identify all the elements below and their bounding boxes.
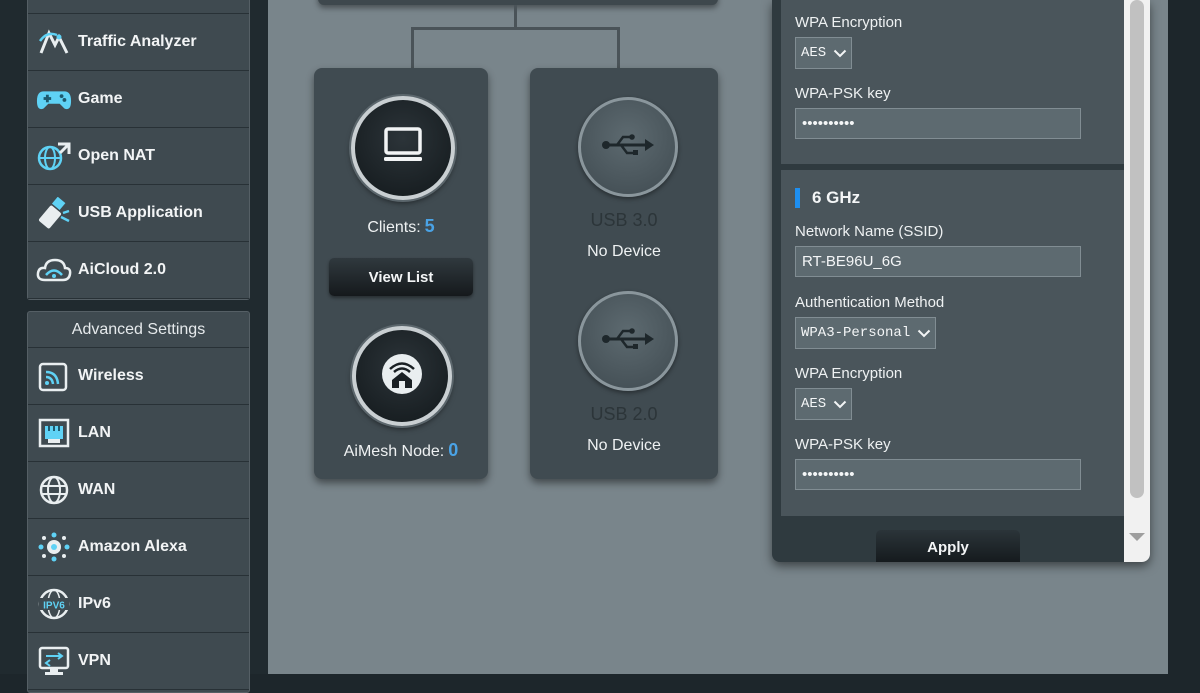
usb-2-label: USB 2.0 xyxy=(590,404,658,424)
sidebar-item-label: Traffic Analyzer xyxy=(78,33,197,50)
usb-symbol-icon xyxy=(601,133,655,162)
sidebar-item-lan[interactable]: LAN xyxy=(28,405,249,462)
usb-3-label: USB 3.0 xyxy=(590,210,658,230)
computer-monitor-icon xyxy=(381,126,425,171)
usb-3-button[interactable] xyxy=(578,97,678,197)
sidebar-item-aicloud[interactable]: AiCloud 2.0 xyxy=(28,242,249,299)
chevron-down-icon xyxy=(917,329,931,338)
usb-symbol-icon xyxy=(601,327,655,356)
sidebar: Traffic Analyzer Game Open NAT USB Appli… xyxy=(0,0,268,693)
view-list-button[interactable]: View List xyxy=(329,258,473,296)
ssid-label: Network Name (SSID) xyxy=(795,223,944,240)
clients-count: 5 xyxy=(424,216,435,236)
sidebar-item-label: WAN xyxy=(78,481,116,498)
scrollbar-thumb[interactable] xyxy=(1130,0,1144,498)
gamepad-icon xyxy=(36,83,72,115)
sidebar-item-label: LAN xyxy=(78,424,111,441)
clients-button[interactable] xyxy=(351,96,455,200)
general-menu: Traffic Analyzer Game Open NAT USB Appli… xyxy=(27,0,250,300)
band-6ghz-title: 6 GHz xyxy=(795,188,860,208)
aimesh-count: 0 xyxy=(448,440,459,460)
apply-button[interactable]: Apply xyxy=(876,530,1020,562)
wireless-icon xyxy=(36,360,72,392)
authentication-method-select[interactable]: WPA3-Personal xyxy=(795,317,937,349)
lan-icon xyxy=(36,417,72,449)
sidebar-item-label: AiCloud 2.0 xyxy=(78,261,167,278)
wpa-psk-key-label: WPA-PSK key xyxy=(795,436,891,453)
aicloud-icon xyxy=(36,254,72,286)
wpa-encryption-select[interactable]: AES xyxy=(795,388,853,420)
aimesh-label: AiMesh Node: xyxy=(343,443,445,460)
alexa-icon xyxy=(36,531,72,563)
svg-text:IPV6: IPV6 xyxy=(43,601,65,612)
sidebar-item-usb-application[interactable]: USB Application xyxy=(28,185,249,242)
sidebar-item-open-nat[interactable]: Open NAT xyxy=(28,128,249,185)
wpa-encryption-select[interactable]: AES xyxy=(795,37,853,69)
panel-scrollbar[interactable] xyxy=(1124,0,1150,562)
router-panel-edge xyxy=(318,0,718,5)
sidebar-item-label: Wireless xyxy=(78,367,144,384)
sidebar-item-wireless[interactable]: Wireless xyxy=(28,348,249,405)
wireless-settings-panel: WPA Encryption AES WPA-PSK key •••••••••… xyxy=(772,0,1150,562)
vpn-icon xyxy=(36,645,72,677)
sidebar-item-vpn[interactable]: VPN xyxy=(28,633,249,690)
open-nat-icon xyxy=(36,140,72,172)
sidebar-item-amazon-alexa[interactable]: Amazon Alexa xyxy=(28,519,249,576)
wpa-encryption-label: WPA Encryption xyxy=(795,365,903,382)
scroll-down-arrow-icon[interactable] xyxy=(1129,533,1145,541)
aimesh-node-icon xyxy=(380,352,424,401)
sidebar-item-wan[interactable]: WAN xyxy=(28,462,249,519)
wpa-encryption-label: WPA Encryption xyxy=(795,14,903,31)
aimesh-button[interactable] xyxy=(352,326,452,426)
sidebar-item-traffic-analyzer[interactable]: Traffic Analyzer xyxy=(28,14,249,71)
sidebar-item-label: Amazon Alexa xyxy=(78,538,187,555)
ipv6-icon: IPV6 xyxy=(36,588,72,620)
sidebar-item-label: VPN xyxy=(78,652,111,669)
traffic-analyzer-icon xyxy=(36,26,72,58)
usb-application-icon xyxy=(36,197,72,229)
advanced-settings-menu: Advanced Settings Wireless LAN WAN Amazo… xyxy=(27,311,250,693)
sidebar-item-game[interactable]: Game xyxy=(28,71,249,128)
chevron-down-icon xyxy=(833,49,847,58)
usb-2-status: No Device xyxy=(587,437,661,454)
advanced-settings-header: Advanced Settings xyxy=(28,312,249,348)
band-6ghz-section: 6 GHz Network Name (SSID) RT-BE96U_6G Au… xyxy=(781,170,1125,516)
authentication-method-label: Authentication Method xyxy=(795,294,945,311)
upper-band-section: WPA Encryption AES WPA-PSK key •••••••••… xyxy=(781,0,1125,164)
wpa-psk-key-input[interactable]: •••••••••• xyxy=(795,108,1081,139)
clients-label: Clients: xyxy=(367,219,421,236)
wpa-psk-key-input[interactable]: •••••••••• xyxy=(795,459,1081,490)
sidebar-item-label: IPv6 xyxy=(78,595,111,612)
sidebar-item-label: USB Application xyxy=(78,204,203,221)
sidebar-item-ipv6[interactable]: IPV6 IPv6 xyxy=(28,576,249,633)
wpa-psk-key-label: WPA-PSK key xyxy=(795,85,891,102)
sidebar-item-label: Open NAT xyxy=(78,147,156,164)
usb-3-status: No Device xyxy=(587,243,661,260)
ssid-input[interactable]: RT-BE96U_6G xyxy=(795,246,1081,277)
wan-globe-icon xyxy=(36,474,72,506)
usb-2-button[interactable] xyxy=(578,291,678,391)
sidebar-item-label: Game xyxy=(78,90,123,107)
chevron-down-icon xyxy=(833,400,847,409)
